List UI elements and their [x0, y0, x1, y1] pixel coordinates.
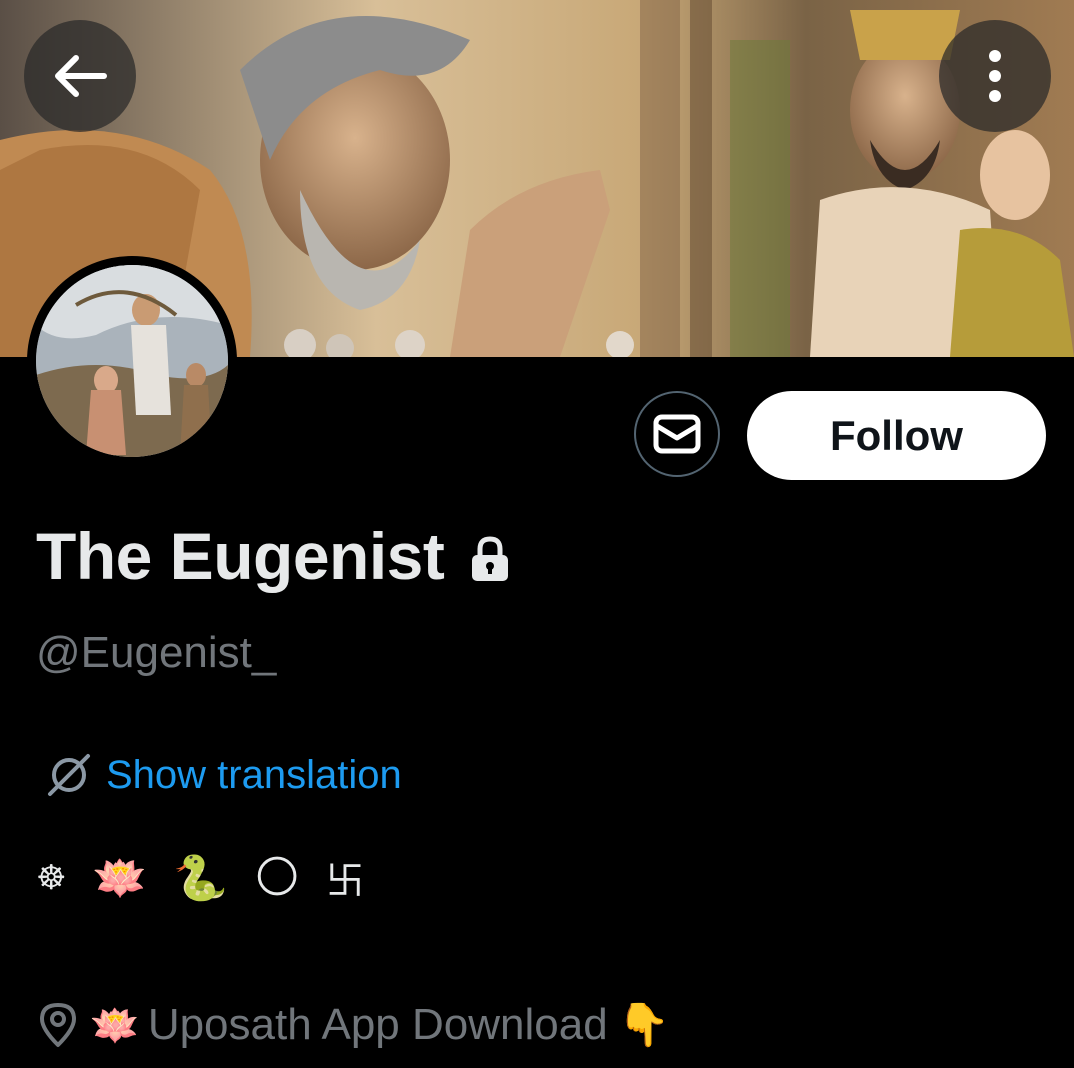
arrow-left-icon	[55, 55, 107, 97]
dharma-wheel-emoji: ☸	[36, 857, 67, 898]
profile-avatar[interactable]	[27, 256, 237, 466]
more-options-button[interactable]	[939, 20, 1051, 132]
avatar-artwork	[36, 265, 228, 457]
snake-emoji: 🐍	[173, 852, 229, 904]
location-lotus-emoji: 🪷	[90, 1002, 140, 1049]
profile-handle: @Eugenist_	[36, 628, 277, 677]
avatar-image	[36, 265, 228, 457]
profile-location: 🪷 Uposath App Download 👇	[38, 1000, 670, 1050]
display-name: The Eugenist	[36, 519, 445, 593]
more-vertical-icon	[989, 50, 1001, 102]
lotus-emoji: 🪷	[92, 852, 148, 904]
show-translation-link[interactable]: Show translation	[44, 750, 402, 800]
follow-button[interactable]: Follow	[747, 391, 1046, 480]
translate-icon	[48, 754, 90, 796]
envelope-icon	[653, 414, 701, 454]
show-translation-label: Show translation	[106, 752, 402, 797]
back-button[interactable]	[24, 20, 136, 132]
location-pin-icon	[40, 1003, 76, 1047]
message-button[interactable]	[634, 391, 720, 477]
display-name-row: The Eugenist	[36, 518, 510, 594]
full-moon-emoji: 🌕	[254, 852, 300, 903]
location-text: Uposath App Download	[147, 1000, 608, 1049]
pointing-down-emoji: 👇	[617, 1000, 670, 1049]
profile-bio: ☸ 🪷 🐍 🌕 卐	[36, 850, 390, 905]
swastika-symbol: 卐	[325, 859, 364, 903]
lock-icon	[472, 536, 509, 581]
